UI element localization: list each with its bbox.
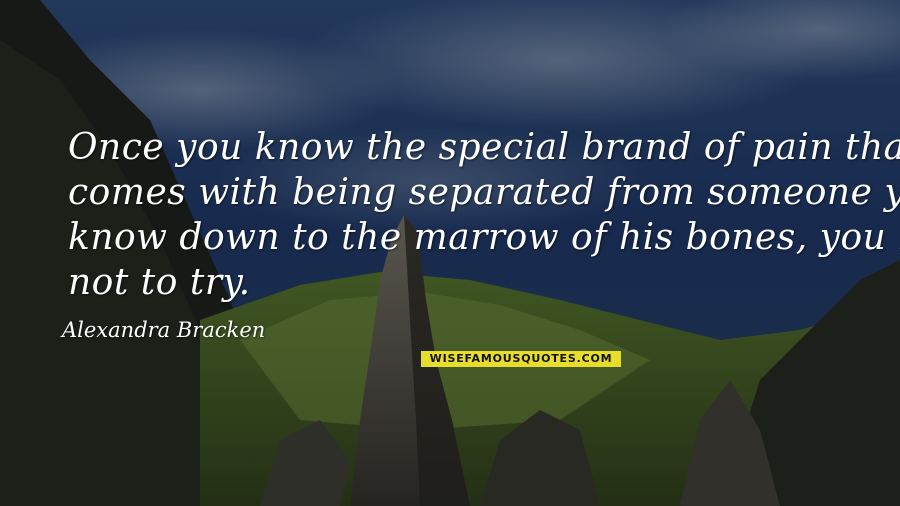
watermark-badge: WISEFAMOUSQUOTES.COM	[421, 351, 621, 367]
quote-line: know down to the marrow of his bones, yo…	[68, 217, 900, 258]
quote-line: not to try.	[68, 262, 251, 303]
quote-line: comes with being separated from someone …	[68, 172, 900, 213]
quote-author: Alexandra Bracken	[62, 318, 266, 342]
quote-image: Once you know the special brand of pain …	[0, 0, 900, 506]
quote-line: Once you know the special brand of pain …	[68, 127, 900, 168]
